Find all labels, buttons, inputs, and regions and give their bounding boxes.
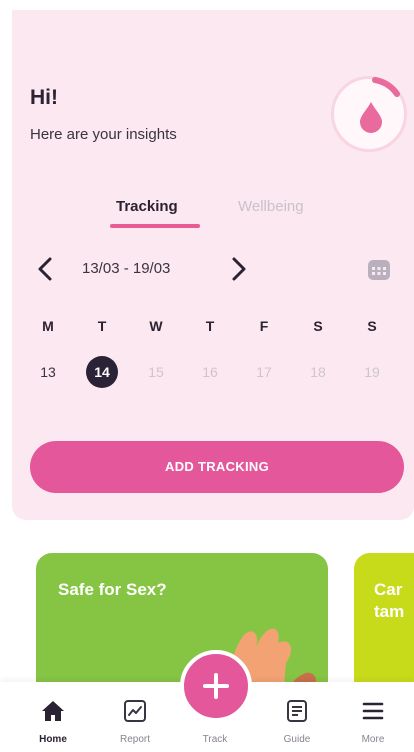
add-tracking-button[interactable]: ADD TRACKING xyxy=(30,441,404,493)
cycle-ring[interactable] xyxy=(331,76,407,152)
insights-subtitle: Here are your insights xyxy=(30,126,177,143)
greeting-title: Hi! xyxy=(30,86,58,109)
date-cell[interactable]: 18 xyxy=(300,364,336,380)
insights-tabs: Tracking Wellbeing xyxy=(110,198,340,234)
nav-label: Home xyxy=(39,734,67,745)
track-fab-button[interactable] xyxy=(180,650,252,722)
weekday-labels: M T W T F S S xyxy=(30,318,400,338)
weekday-label: F xyxy=(259,318,269,334)
weekday-label: T xyxy=(97,318,107,334)
menu-icon xyxy=(362,702,384,720)
date-cell-today[interactable]: 14 xyxy=(86,356,118,388)
tab-wellbeing[interactable]: Wellbeing xyxy=(238,198,304,215)
plus-icon xyxy=(203,673,229,699)
chart-icon xyxy=(124,700,146,722)
date-cell[interactable]: 17 xyxy=(246,364,282,380)
drop-icon xyxy=(360,102,382,133)
weekday-label: S xyxy=(313,318,323,334)
nav-item-home[interactable]: Home xyxy=(18,682,88,752)
nav-item-report[interactable]: Report xyxy=(100,682,170,752)
chevron-right-icon[interactable] xyxy=(226,256,250,282)
nav-item-more[interactable]: More xyxy=(338,682,408,752)
week-range: 13/03 - 19/03 xyxy=(82,260,171,277)
date-cell[interactable]: 19 xyxy=(354,364,390,380)
weekday-label: T xyxy=(205,318,215,334)
weekday-label: M xyxy=(42,318,54,334)
promo-title: Car tam xyxy=(374,580,405,621)
week-dates: 13 14 15 16 17 18 19 xyxy=(30,356,400,392)
weekday-label: W xyxy=(149,318,163,334)
nav-label: More xyxy=(361,734,385,745)
chevron-left-icon[interactable] xyxy=(34,256,58,282)
nav-item-guide[interactable]: Guide xyxy=(262,682,332,752)
date-cell[interactable]: 13 xyxy=(30,364,66,380)
home-icon xyxy=(42,701,64,721)
active-tab-indicator xyxy=(110,224,200,228)
date-cell[interactable]: 15 xyxy=(138,364,174,380)
week-navigator: 13/03 - 19/03 xyxy=(30,254,400,286)
promo-title: Safe for Sex? xyxy=(58,580,167,599)
nav-label: Guide xyxy=(283,734,311,745)
weekday-label: S xyxy=(367,318,377,334)
document-icon xyxy=(287,700,307,722)
date-cell[interactable]: 16 xyxy=(192,364,228,380)
nav-label: Report xyxy=(119,734,150,745)
nav-label: Track xyxy=(202,734,228,745)
calendar-icon[interactable] xyxy=(366,258,392,282)
tab-tracking[interactable]: Tracking xyxy=(116,198,178,215)
